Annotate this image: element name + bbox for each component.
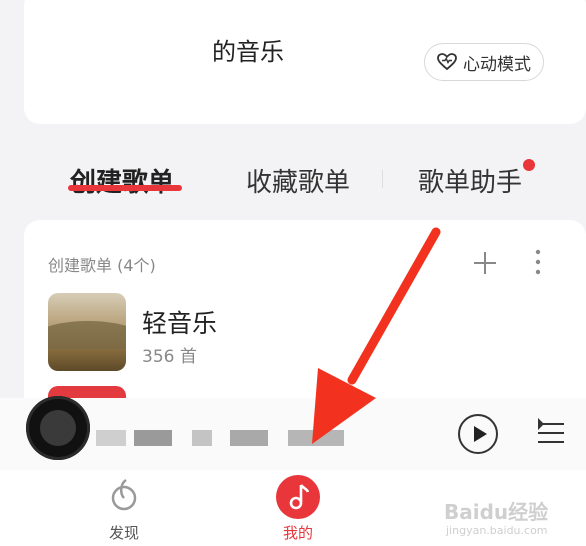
section-title: 创建歌单 (4个) (48, 256, 156, 275)
blurred-track-info (230, 430, 268, 446)
cover-art (48, 321, 126, 349)
playlist-cover[interactable] (48, 293, 126, 371)
tab-created-playlists[interactable]: 创建歌单 (70, 162, 174, 199)
nav-mine[interactable] (258, 474, 338, 524)
blurred-track-info (96, 430, 126, 446)
watermark-url: jingyan.baidu.com (446, 524, 548, 537)
tab-playlist-assistant[interactable]: 歌单助手 (418, 162, 522, 199)
nav-discover[interactable] (84, 474, 164, 518)
playlist-track-count: 356 首 (142, 347, 197, 367)
blurred-track-info (288, 430, 344, 446)
notification-dot (523, 159, 535, 171)
playlist-queue-icon[interactable] (536, 418, 566, 448)
tab-collected-playlists[interactable]: 收藏歌单 (246, 162, 350, 199)
add-icon[interactable] (472, 250, 498, 276)
music-note-icon (276, 475, 320, 519)
nav-mine-label[interactable]: 我的 (258, 522, 338, 543)
tab-divider (382, 170, 383, 188)
more-icon[interactable] (531, 248, 545, 276)
play-button[interactable] (458, 414, 498, 454)
page-title: 的音乐 (212, 38, 284, 66)
discover-icon (111, 478, 137, 511)
heart-icon (437, 53, 457, 71)
active-tab-indicator (68, 185, 182, 191)
watermark-brand: Baidu经验 (444, 500, 549, 524)
blurred-track-info (192, 430, 212, 446)
heart-mode-label: 心动模式 (463, 54, 531, 75)
playlist-name[interactable]: 轻音乐 (142, 304, 217, 340)
heart-mode-button[interactable]: 心动模式 (424, 43, 544, 81)
nav-discover-label[interactable]: 发现 (84, 522, 164, 543)
player-disc-avatar[interactable] (26, 396, 90, 460)
blurred-track-info (134, 430, 172, 446)
